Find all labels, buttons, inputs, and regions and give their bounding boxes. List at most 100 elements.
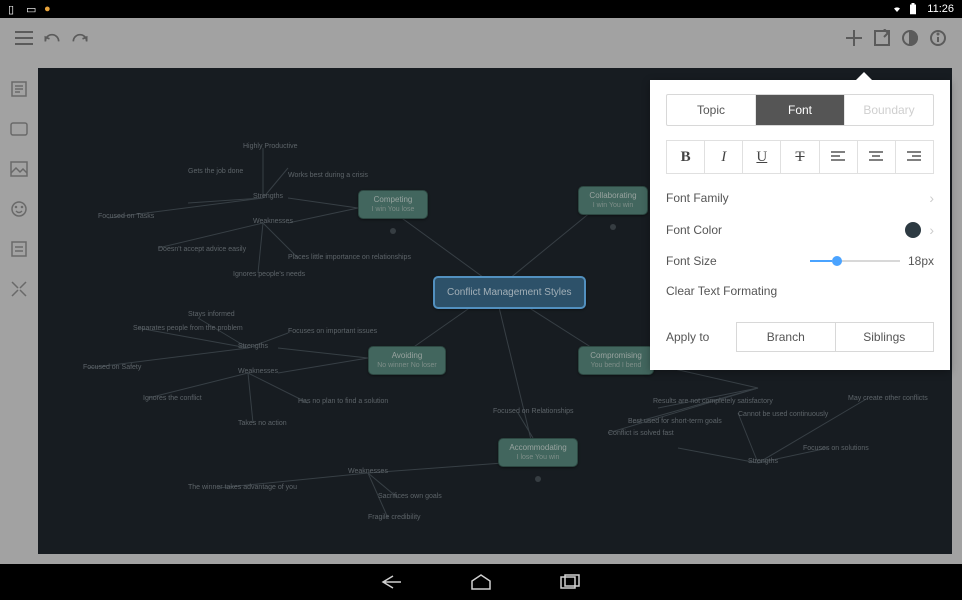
label: The winner takes advantage of you (188, 484, 297, 491)
node-sub: You bend I bend (585, 361, 647, 370)
label: Focused on Relationships (493, 408, 574, 415)
android-navbar (0, 564, 962, 600)
panel-tabs: Topic Font Boundary (666, 94, 934, 126)
label: Focused on Safety (83, 364, 141, 371)
underline-button[interactable]: U (743, 141, 781, 173)
label: Has no plan to find a solution (298, 398, 388, 405)
label: Places little importance on relationship… (288, 254, 411, 261)
clock: 11:26 (927, 3, 954, 15)
add-button[interactable] (840, 24, 868, 52)
apply-siblings-button[interactable]: Siblings (836, 323, 934, 351)
back-button[interactable] (378, 569, 404, 595)
font-color-label: Font Color (666, 223, 905, 237)
font-size-value: 18px (908, 254, 934, 268)
image-tool[interactable] (8, 158, 30, 180)
clear-formatting-label: Clear Text Formating (666, 284, 934, 298)
central-node[interactable]: Conflict Management Styles (433, 276, 586, 309)
node-title: Competing (365, 195, 421, 205)
label: Doesn't accept advice easily (158, 246, 246, 253)
label-strengths: Strengths (238, 343, 268, 350)
undo-button[interactable] (38, 24, 66, 52)
label: Cannot be used continuously (738, 411, 828, 418)
note-tool[interactable] (8, 78, 30, 100)
align-left-button[interactable] (820, 141, 858, 173)
redo-button[interactable] (66, 24, 94, 52)
menu-button[interactable] (10, 24, 38, 52)
wifi-icon (891, 3, 903, 15)
chevron-right-icon: › (929, 190, 934, 206)
label: Focused on Tasks (98, 213, 154, 220)
label-weaknesses: Weaknesses (253, 218, 293, 225)
label: Takes no action (238, 420, 287, 427)
app-window: Conflict Management Styles Competing I w… (0, 18, 962, 564)
battery-icon (909, 3, 921, 15)
info-button[interactable] (924, 24, 952, 52)
apply-to-label: Apply to (666, 330, 736, 344)
apply-branch-button[interactable]: Branch (737, 323, 836, 351)
tab-boundary[interactable]: Boundary (845, 95, 933, 125)
box-tool[interactable] (8, 118, 30, 140)
align-right-button[interactable] (896, 141, 933, 173)
android-statusbar: ▯ ▭ ● 11:26 (0, 0, 962, 18)
font-color-row[interactable]: Font Color › (666, 222, 934, 238)
label: Highly Productive (243, 143, 297, 150)
node-sub: No winner No loser (375, 361, 439, 370)
sim-icon: ▯ (8, 3, 20, 15)
home-button[interactable] (468, 569, 494, 595)
label: Gets the job done (188, 168, 243, 175)
node-title: Collaborating (585, 191, 641, 201)
central-node-label: Conflict Management Styles (447, 287, 572, 298)
node-title: Compromising (585, 351, 647, 361)
node-sub: I win You win (585, 201, 641, 210)
bold-button[interactable]: B (667, 141, 705, 173)
label-weaknesses: Weaknesses (238, 368, 278, 375)
label: Ignores the conflict (143, 395, 202, 402)
image-icon: ▭ (26, 3, 38, 15)
label-weaknesses: Weaknesses (348, 468, 388, 475)
chevron-right-icon: › (929, 222, 934, 238)
node-competing[interactable]: Competing I win You lose (358, 190, 428, 219)
format-bar: B I U T (666, 140, 934, 174)
label: May create other conflicts (848, 395, 928, 402)
expand-dot[interactable] (390, 228, 396, 234)
node-avoiding[interactable]: Avoiding No winner No loser (368, 346, 446, 375)
tab-font[interactable]: Font (756, 95, 845, 125)
font-size-slider[interactable] (810, 260, 900, 262)
italic-button[interactable]: I (705, 141, 743, 173)
task-tool[interactable] (8, 238, 30, 260)
label-strengths: Strengths (253, 193, 283, 200)
font-size-label: Font Size (666, 254, 810, 268)
strike-button[interactable]: T (781, 141, 819, 173)
align-center-button[interactable] (858, 141, 896, 173)
node-compromising[interactable]: Compromising You bend I bend (578, 346, 654, 375)
label: Results are not completely satisfactory (653, 398, 773, 405)
font-family-row[interactable]: Font Family › (666, 190, 934, 206)
font-size-row: Font Size 18px (666, 254, 934, 268)
node-collaborating[interactable]: Collaborating I win You win (578, 186, 648, 215)
apply-to-row: Apply to Branch Siblings (666, 322, 934, 352)
tab-topic[interactable]: Topic (667, 95, 756, 125)
expand-dot[interactable] (535, 476, 541, 482)
edit-button[interactable] (868, 24, 896, 52)
expand-dot[interactable] (610, 224, 616, 230)
color-swatch (905, 222, 921, 238)
label: Ignores people's needs (233, 271, 305, 278)
theme-button[interactable] (896, 24, 924, 52)
toolbar (0, 18, 962, 58)
node-title: Accommodating (505, 443, 571, 453)
apply-to-segment: Branch Siblings (736, 322, 934, 352)
left-rail (0, 58, 38, 564)
label: Focuses on solutions (803, 445, 869, 452)
emoji-tool[interactable] (8, 198, 30, 220)
collapse-tool[interactable] (8, 278, 30, 300)
label: Fragile credibility (368, 514, 421, 521)
recent-button[interactable] (558, 569, 584, 595)
label: Stays informed (188, 311, 235, 318)
app-indicator-icon: ● (44, 3, 56, 15)
label: Focuses on important issues (288, 328, 377, 335)
clear-formatting-row[interactable]: Clear Text Formating (666, 284, 934, 298)
label: Sacrifices own goals (378, 493, 442, 500)
label: Best used for short-term goals (628, 418, 722, 425)
label: Conflict is solved fast (608, 430, 674, 437)
node-accommodating[interactable]: Accommodating I lose You win (498, 438, 578, 467)
